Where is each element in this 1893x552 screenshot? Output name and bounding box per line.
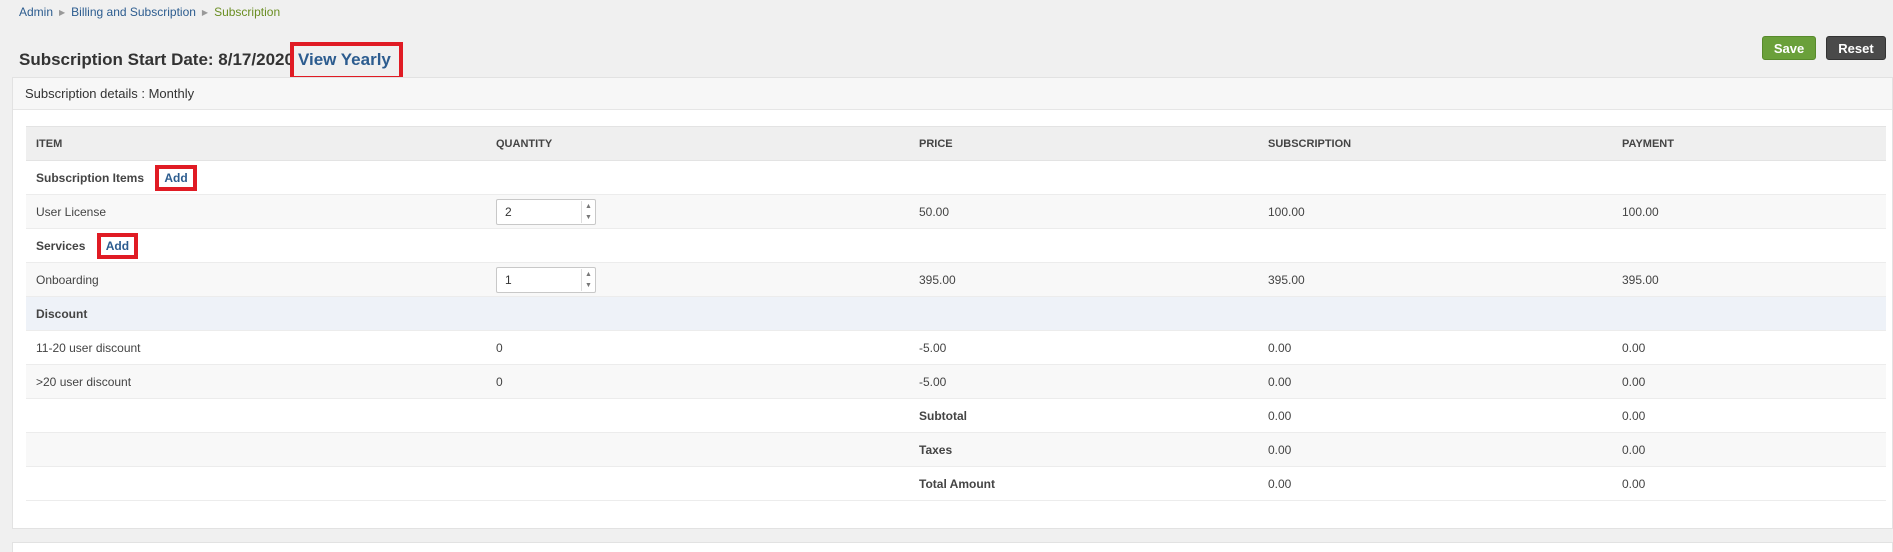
table-header-row: ITEM QUANTITY PRICE SUBSCRIPTION PAYMENT — [26, 126, 1886, 161]
price-cell: -5.00 — [909, 364, 1258, 399]
spinner-buttons[interactable]: ▲ ▼ — [581, 268, 595, 291]
save-button[interactable]: Save — [1762, 36, 1816, 60]
payment-cell: 0.00 — [1612, 398, 1886, 433]
subtotal-row: Subtotal 0.00 0.00 — [26, 398, 1886, 433]
subscription-items-group-row: Subscription Items Add — [26, 160, 1886, 195]
breadcrumb-billing[interactable]: Billing and Subscription — [71, 5, 196, 19]
item-cell: Onboarding — [26, 262, 486, 297]
item-cell: >20 user discount — [26, 364, 486, 399]
empty-cell — [486, 466, 909, 501]
quantity-stepper[interactable]: ▲ ▼ — [496, 198, 596, 225]
empty-cell — [486, 432, 909, 467]
column-header-price: PRICE — [909, 126, 1258, 161]
subscription-cell: 0.00 — [1258, 398, 1612, 433]
item-cell: User License — [26, 194, 486, 229]
empty-cell — [26, 398, 486, 433]
subscription-cell: 0.00 — [1258, 466, 1612, 501]
price-cell: 395.00 — [909, 262, 1258, 297]
quantity-cell: 0 — [486, 364, 909, 399]
table-row: Onboarding ▲ ▼ 395.00 395.00 395.00 — [26, 262, 1886, 297]
subscription-cell: 0.00 — [1258, 432, 1612, 467]
quantity-stepper[interactable]: ▲ ▼ — [496, 266, 596, 293]
view-yearly-link[interactable]: View Yearly — [289, 42, 403, 80]
subscription-cell: 0.00 — [1258, 364, 1612, 399]
payment-cell: 0.00 — [1612, 466, 1886, 501]
column-header-quantity: QUANTITY — [486, 126, 909, 161]
bottom-panel — [12, 542, 1893, 552]
breadcrumb-current: Subscription — [214, 5, 281, 19]
subscription-start-date: Subscription Start Date: 8/17/2020 — [19, 50, 294, 69]
quantity-cell: 0 — [486, 330, 909, 365]
quantity-input[interactable] — [497, 200, 581, 223]
empty-cell — [26, 466, 486, 501]
table-row: User License ▲ ▼ 50.00 100.00 100.00 — [26, 194, 1886, 229]
subscription-cell: 100.00 — [1258, 194, 1612, 229]
subscription-table: ITEM QUANTITY PRICE SUBSCRIPTION PAYMENT… — [26, 126, 1886, 501]
chevron-up-icon[interactable]: ▲ — [585, 271, 592, 278]
table-row: 11-20 user discount 0 -5.00 0.00 0.00 — [26, 330, 1886, 365]
empty-cell — [486, 398, 909, 433]
total-amount-label: Total Amount — [909, 466, 1258, 501]
services-label: Services — [36, 238, 86, 253]
add-service-button[interactable]: Add — [96, 232, 139, 259]
page-title: Subscription Start Date: 8/17/2020 View … — [19, 41, 403, 80]
subtotal-label: Subtotal — [909, 398, 1258, 433]
chevron-up-icon[interactable]: ▲ — [585, 203, 592, 210]
taxes-row: Taxes 0.00 0.00 — [26, 432, 1886, 467]
spinner-buttons[interactable]: ▲ ▼ — [581, 200, 595, 223]
item-cell: 11-20 user discount — [26, 330, 486, 365]
price-cell: -5.00 — [909, 330, 1258, 365]
payment-cell: 0.00 — [1612, 364, 1886, 399]
payment-cell: 395.00 — [1612, 262, 1886, 297]
quantity-cell: ▲ ▼ — [486, 262, 909, 297]
subscription-details-panel: Subscription details : Monthly ITEM QUAN… — [12, 77, 1893, 529]
subscription-cell: 0.00 — [1258, 330, 1612, 365]
subscription-cell: 395.00 — [1258, 262, 1612, 297]
taxes-label: Taxes — [909, 432, 1258, 467]
reset-button[interactable]: Reset — [1826, 36, 1886, 60]
total-row: Total Amount 0.00 0.00 — [26, 466, 1886, 501]
column-header-item: ITEM — [26, 126, 486, 161]
discount-label: Discount — [26, 296, 1886, 331]
subscription-items-label: Subscription Items — [36, 170, 145, 185]
quantity-input[interactable] — [497, 268, 581, 291]
group-cell: Subscription Items Add — [26, 160, 1886, 195]
chevron-down-icon[interactable]: ▼ — [585, 214, 592, 221]
payment-cell: 0.00 — [1612, 432, 1886, 467]
table-row: >20 user discount 0 -5.00 0.00 0.00 — [26, 364, 1886, 399]
breadcrumb-admin[interactable]: Admin — [19, 5, 53, 19]
quantity-cell: ▲ ▼ — [486, 194, 909, 229]
payment-cell: 0.00 — [1612, 330, 1886, 365]
empty-cell — [26, 432, 486, 467]
chevron-down-icon[interactable]: ▼ — [585, 282, 592, 289]
payment-cell: 100.00 — [1612, 194, 1886, 229]
column-header-subscription: SUBSCRIPTION — [1258, 126, 1612, 161]
group-cell: Services Add — [26, 228, 1886, 263]
column-header-payment: PAYMENT — [1612, 126, 1886, 161]
panel-title: Subscription details : Monthly — [13, 78, 1892, 110]
chevron-right-icon: ▶ — [59, 7, 66, 17]
price-cell: 50.00 — [909, 194, 1258, 229]
services-group-row: Services Add — [26, 228, 1886, 263]
discount-group-row: Discount — [26, 296, 1886, 331]
add-subscription-item-button[interactable]: Add — [155, 164, 197, 191]
breadcrumb: Admin ▶ Billing and Subscription ▶ Subsc… — [19, 4, 280, 20]
chevron-right-icon: ▶ — [201, 7, 209, 17]
